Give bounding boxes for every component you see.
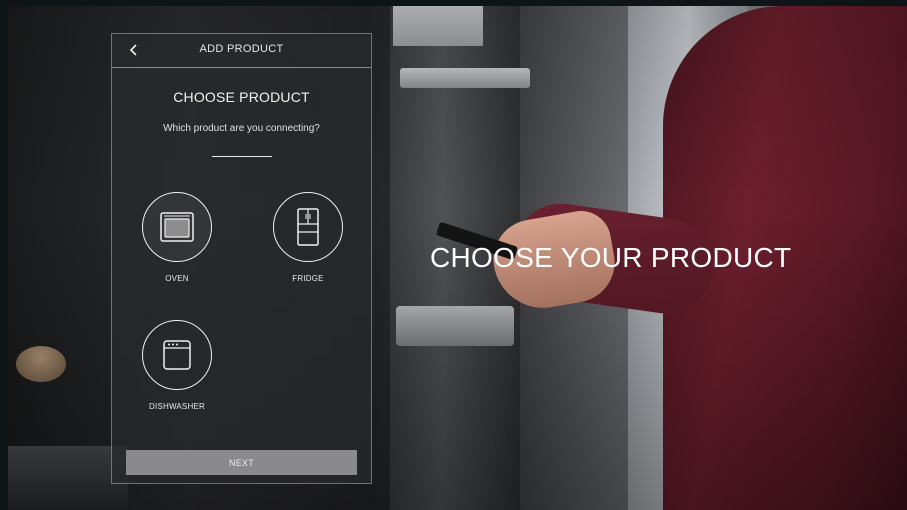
product-option-dishwasher[interactable]: DISHWASHER — [132, 320, 222, 411]
dishwasher-option-circle[interactable] — [142, 320, 212, 390]
title-divider — [212, 156, 272, 157]
page-title: CHOOSE PRODUCT — [173, 89, 310, 105]
add-product-panel: ADD PRODUCT CHOOSE PRODUCT Which product… — [111, 33, 372, 484]
next-button[interactable]: NEXT — [126, 450, 357, 475]
dishwasher-icon — [163, 340, 191, 370]
product-label: OVEN — [165, 274, 189, 283]
product-label: DISHWASHER — [149, 402, 205, 411]
page-subtitle: Which product are you connecting? — [163, 123, 320, 134]
fridge-option-circle[interactable] — [273, 192, 343, 262]
product-label: FRIDGE — [292, 274, 324, 283]
oven-icon — [160, 212, 194, 242]
product-option-fridge[interactable]: FRIDGE — [263, 192, 353, 283]
oven-option-circle[interactable] — [142, 192, 212, 262]
fridge-icon — [297, 208, 319, 246]
panel-header: ADD PRODUCT — [112, 34, 371, 68]
product-option-oven[interactable]: OVEN — [132, 192, 222, 283]
header-title: ADD PRODUCT — [199, 43, 284, 55]
overlay-headline: CHOOSE YOUR PRODUCT — [430, 242, 792, 273]
screen: CHOOSE YOUR PRODUCT ADD PRODUCT CHOOSE P… — [0, 0, 907, 510]
